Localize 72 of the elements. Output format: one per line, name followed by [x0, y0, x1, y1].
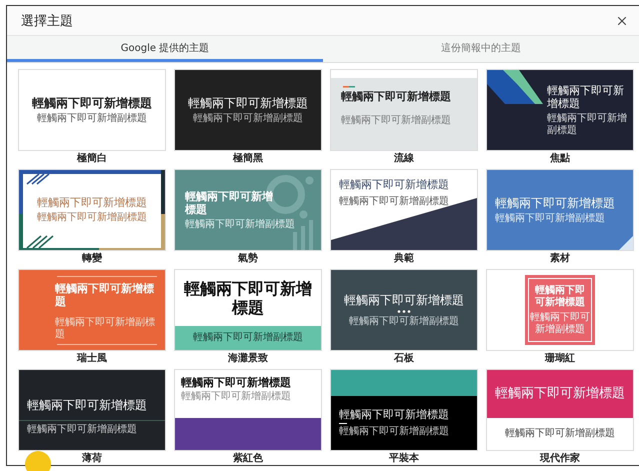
theme-name: 轉變 [82, 253, 102, 265]
theme-thumbnail[interactable]: 輕觸兩下即可新增標題 輕觸兩下即可新增副標題 [486, 169, 634, 251]
slide-subtitle: 輕觸兩下即可新增副標題 [181, 391, 291, 403]
slide-subtitle: 輕觸兩下即可新增副標題 [341, 115, 451, 127]
slide-subtitle: 輕觸兩下即可新增副標題 [37, 212, 147, 224]
theme-name: 薄荷 [82, 453, 102, 465]
theme-name: 氣勢 [238, 253, 258, 265]
theme-name: 石板 [394, 353, 414, 365]
theme-name: 極簡白 [77, 153, 107, 165]
slide-subtitle: 輕觸兩下即可新增副標題 [185, 218, 295, 230]
slide-subtitle: 輕觸兩下即可新增副標題 [55, 317, 156, 340]
slide-subtitle: 輕觸兩下即可新增副標題 [193, 112, 303, 124]
folded-corner-drawing [619, 236, 633, 250]
theme-thumbnail[interactable]: 輕觸兩下即可新增標題 輕觸兩下即可新增副標題 [18, 69, 166, 151]
slide-subtitle: 輕觸兩下即可新增副標題 [547, 113, 627, 136]
theme-thumbnail[interactable]: 輕觸兩下即可新增標題 輕觸兩下即可新增副標題 [174, 369, 322, 451]
slide-subtitle: 輕觸兩下即可新增副標題 [530, 312, 590, 335]
theme-name: 紫紅色 [233, 453, 263, 465]
theme-name: 瑞士風 [77, 353, 107, 365]
tab[interactable]: 這份簡報中的主題 [323, 36, 639, 62]
slide-title: 輕觸兩下即可新增標題 [495, 386, 625, 402]
slide-title: 輕觸兩下即可新增標題 [341, 90, 451, 104]
slide-title: 輕觸兩下即可新增標題 [181, 376, 291, 390]
slide-title: 輕觸兩下即可新增標題 [37, 196, 147, 210]
theme-thumbnail[interactable]: 輕觸兩下即可新增標題 輕觸兩下即可新增副標題 [18, 169, 166, 251]
theme-name: 極簡黑 [233, 153, 263, 165]
theme-name: 流線 [394, 153, 414, 165]
slide-title: 輕觸兩下即可新增標題 [27, 398, 147, 412]
slide-title: 輕觸兩下即可新增標題 [534, 285, 586, 309]
theme-thumbnail[interactable]: 輕觸兩下即可新增標題 輕觸兩下即可新增副標題 [330, 369, 478, 451]
accent-line-drawing [343, 86, 355, 88]
theme-name: 素材 [550, 253, 570, 265]
slide-title: 輕觸兩下即可新增標題 [339, 178, 449, 192]
slide-title: 輕觸兩下即可新增標題 [188, 96, 308, 110]
slide-title: 輕觸兩下即可新增標題 [183, 278, 313, 318]
theme-name: 典範 [394, 253, 414, 265]
theme-thumbnail[interactable]: 輕觸兩下即可新增標題 輕觸兩下即可新增副標題 [486, 369, 634, 451]
slide-title: 輕觸兩下即可新增標題 [495, 196, 615, 210]
theme-thumbnail[interactable]: 輕觸兩下即可新增標題 輕觸兩下即可新增副標題 [174, 69, 322, 151]
tab[interactable]: Google 提供的主題 [7, 36, 323, 62]
theme-thumbnail[interactable]: 輕觸兩下即可新增標題 輕觸兩下即可新增副標題 [174, 269, 322, 351]
slide-title: 輕觸兩下即可新增標題 [185, 190, 274, 216]
theme-thumbnail[interactable]: 輕觸兩下即可新增標題 輕觸兩下即可新增副標題 [330, 69, 478, 151]
dialog-title: 選擇主題 [21, 12, 73, 30]
slide-subtitle: 輕觸兩下即可新增副標題 [349, 316, 459, 328]
theme-thumbnail[interactable]: 輕觸兩下即可新增標題 輕觸兩下即可新增副標題 [18, 369, 166, 451]
slide-subtitle: 輕觸兩下即可新增副標題 [37, 112, 147, 124]
slide-subtitle: 輕觸兩下即可新增副標題 [339, 426, 449, 438]
theme-thumbnail[interactable]: 輕觸兩下即可新增標題 輕觸兩下即可新增副標題 [174, 169, 322, 251]
theme-name: 焦點 [550, 153, 570, 165]
theme-name: 海灘景致 [228, 353, 268, 365]
slide-title: 輕觸兩下即可新增標題 [339, 408, 449, 422]
diagonal-shapes-drawing [487, 70, 543, 104]
slide-subtitle: 輕觸兩下即可新增副標題 [339, 196, 449, 208]
rule-line [339, 423, 347, 424]
slide-subtitle: 輕觸兩下即可新增副標題 [505, 428, 615, 440]
theme-name: 珊瑚紅 [545, 353, 575, 365]
dots-icon [397, 310, 411, 313]
bars-drawing [293, 220, 313, 250]
slide-title: 輕觸兩下即可新增標題 [547, 84, 625, 110]
slide-subtitle: 輕觸兩下即可新增副標題 [27, 424, 137, 436]
theme-name: 平裝本 [389, 453, 419, 465]
cursor-highlight [25, 451, 51, 471]
theme-name: 現代作家 [540, 453, 580, 465]
slide-title: 輕觸兩下即可新增標題 [344, 292, 464, 307]
theme-thumbnail[interactable]: 輕觸兩下即可新增標題 輕觸兩下即可新增副標題 [330, 269, 478, 351]
theme-thumbnail[interactable]: 輕觸兩下即可新增標題 輕觸兩下即可新增副標題 [486, 69, 634, 151]
slide-subtitle: 輕觸兩下即可新增副標題 [193, 332, 303, 344]
slide-title: 輕觸兩下即可新增標題 [55, 282, 155, 308]
slide-subtitle: 輕觸兩下即可新增副標題 [495, 212, 605, 224]
theme-thumbnail[interactable]: 輕觸兩下即可新增標題 輕觸兩下即可新增副標題 [330, 169, 478, 251]
slide-title: 輕觸兩下即可新增標題 [32, 96, 152, 110]
